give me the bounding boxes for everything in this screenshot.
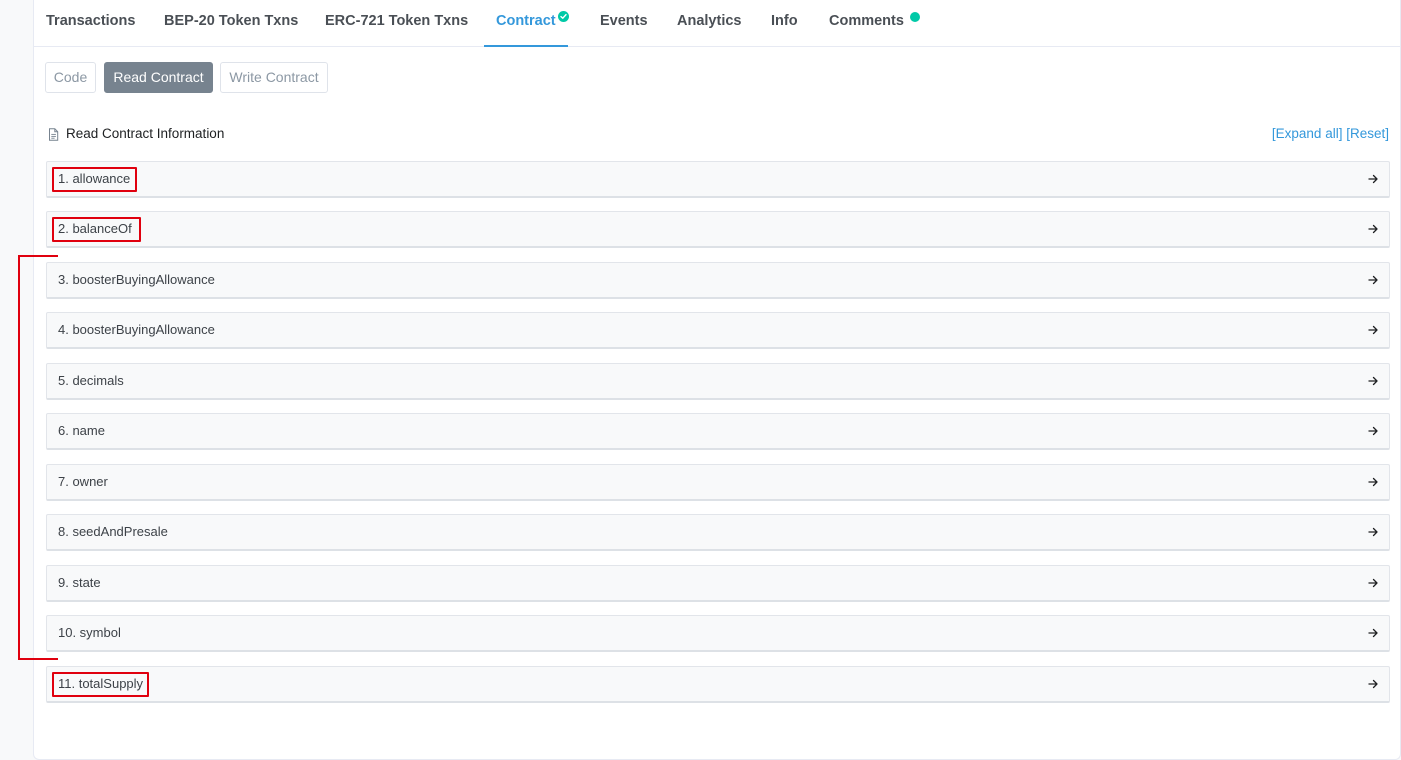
function-item-boosterbuyingallowance[interactable]: 3. boosterBuyingAllowance <box>46 262 1390 299</box>
function-label: 3. boosterBuyingAllowance <box>58 272 215 287</box>
function-label: 10. symbol <box>58 625 121 640</box>
document-icon <box>48 127 59 147</box>
tab-erc721-token-txns[interactable]: ERC-721 Token Txns <box>325 0 468 46</box>
arrow-right-icon <box>1368 628 1378 638</box>
tab-analytics[interactable]: Analytics <box>677 0 741 46</box>
tab-bar: Transactions BEP-20 Token Txns ERC-721 T… <box>34 0 1400 47</box>
function-item-state[interactable]: 9. state <box>46 565 1390 602</box>
function-item-symbol[interactable]: 10. symbol <box>46 615 1390 652</box>
tab-bep20-token-txns[interactable]: BEP-20 Token Txns <box>164 0 298 46</box>
arrow-right-icon <box>1368 527 1378 537</box>
arrow-right-icon <box>1368 275 1378 285</box>
section-title: Read Contract Information <box>66 126 225 141</box>
function-label: 8. seedAndPresale <box>58 524 168 539</box>
function-item-seedandpresale[interactable]: 8. seedAndPresale <box>46 514 1390 551</box>
function-item-boosterbuyingallowance[interactable]: 4. boosterBuyingAllowance <box>46 312 1390 349</box>
code-button[interactable]: Code <box>45 62 96 93</box>
reset-link[interactable]: [Reset] <box>1346 126 1389 141</box>
tab-comments[interactable]: Comments <box>829 0 904 46</box>
arrow-right-icon <box>1368 325 1378 335</box>
arrow-right-icon <box>1368 376 1378 386</box>
highlight-box <box>52 217 141 242</box>
accordion-controls: [Expand all] [Reset] <box>1272 124 1389 144</box>
function-item-totalsupply[interactable]: 11. totalSupply <box>46 666 1390 703</box>
tab-contract[interactable]: Contract <box>484 0 568 47</box>
function-item-name[interactable]: 6. name <box>46 413 1390 450</box>
contract-card: Transactions BEP-20 Token Txns ERC-721 T… <box>33 0 1401 760</box>
function-label: 4. boosterBuyingAllowance <box>58 322 215 337</box>
function-label: 6. name <box>58 423 105 438</box>
arrow-right-icon <box>1368 578 1378 588</box>
tab-events[interactable]: Events <box>600 0 648 46</box>
arrow-right-icon <box>1368 679 1378 689</box>
expand-all-link[interactable]: [Expand all] <box>1272 126 1343 141</box>
function-label: 7. owner <box>58 474 108 489</box>
status-dot-icon <box>910 12 920 22</box>
function-item-owner[interactable]: 7. owner <box>46 464 1390 501</box>
tab-info[interactable]: Info <box>771 0 798 46</box>
read-contract-button[interactable]: Read Contract <box>104 62 213 93</box>
arrow-right-icon <box>1368 426 1378 436</box>
arrow-right-icon <box>1368 224 1378 234</box>
function-label: 5. decimals <box>58 373 124 388</box>
function-label: 9. state <box>58 575 101 590</box>
function-item-decimals[interactable]: 5. decimals <box>46 363 1390 400</box>
arrow-right-icon <box>1368 477 1378 487</box>
tab-transactions[interactable]: Transactions <box>46 0 135 46</box>
arrow-right-icon <box>1368 174 1378 184</box>
function-item-balanceof[interactable]: 2. balanceOf <box>46 211 1390 248</box>
highlight-bracket <box>18 255 58 660</box>
highlight-box <box>52 672 149 697</box>
check-circle-icon <box>558 11 569 22</box>
function-item-allowance[interactable]: 1. allowance <box>46 161 1390 198</box>
write-contract-button[interactable]: Write Contract <box>220 62 328 93</box>
highlight-box <box>52 167 137 192</box>
